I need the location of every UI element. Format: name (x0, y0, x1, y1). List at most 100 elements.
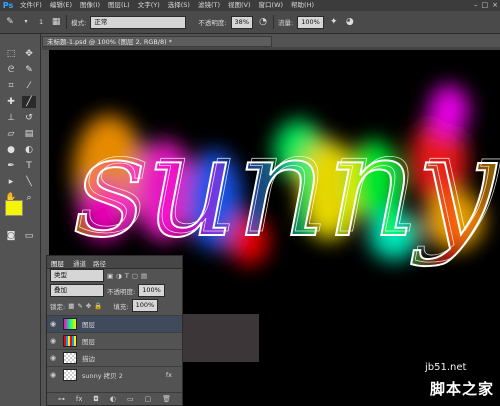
mode-select[interactable]: 正常 (90, 15, 187, 29)
flow-field[interactable]: 100% (297, 15, 324, 29)
filter-smart-icon[interactable]: ▤ (141, 272, 147, 280)
quick-mask-icon[interactable]: ◙ (4, 230, 18, 242)
layer-name: 图层 (82, 338, 95, 346)
filter-shape-icon[interactable]: ▢ (132, 272, 138, 280)
pressure-size-icon[interactable]: ◕ (344, 16, 356, 28)
new-layer-icon[interactable]: ▢ (145, 395, 152, 403)
brush-size-field[interactable]: 1 (36, 16, 47, 28)
tab-paths[interactable]: 路径 (93, 258, 106, 268)
eye-icon[interactable]: ◉ (47, 337, 59, 345)
marquee-tool-icon[interactable]: ⬚ (4, 48, 18, 60)
lock-all-icon[interactable]: 🔒 (94, 302, 102, 310)
brush-preset-icon[interactable]: ✎ (4, 16, 16, 28)
type-tool-icon[interactable]: T (22, 160, 36, 172)
pen-tool-icon[interactable]: ✒ (4, 160, 18, 172)
brush-panel-icon[interactable]: ▦ (50, 16, 62, 28)
eye-icon[interactable]: ◉ (47, 371, 59, 379)
screen-mode-icon[interactable]: ▭ (22, 230, 36, 242)
menu-type[interactable]: 文字(Y) (134, 0, 164, 11)
document-title: 未标题-1.psd @ 100% (图层 2, RGB/8) * (47, 38, 173, 46)
filter-type-icon[interactable]: T (125, 272, 129, 280)
eye-icon[interactable]: ◉ (47, 354, 59, 362)
menu-file[interactable]: 文件(F) (16, 0, 46, 11)
eyedropper-icon[interactable]: ⁄ (22, 80, 36, 92)
blur-icon[interactable]: ● (4, 144, 18, 156)
watermark-url: jb51.net (425, 362, 467, 373)
layer-thumbnail (63, 318, 77, 330)
mode-label: 模式: (71, 19, 87, 27)
layer-name: 描边 (82, 355, 95, 363)
pressure-opacity-icon[interactable]: ◔ (257, 16, 269, 28)
quick-select-icon[interactable]: ✎ (22, 64, 36, 76)
folder-icon[interactable]: ▭ (127, 395, 134, 403)
foreground-color (6, 201, 22, 215)
svg-text:sunny: sunny (78, 102, 500, 265)
opacity-label: 不透明度: (198, 19, 227, 27)
layer-row[interactable]: ◉ 图层 (47, 332, 182, 349)
layer-name: 图层 (82, 321, 95, 329)
brush-tool-icon[interactable]: ╱ (22, 96, 36, 108)
menu-image[interactable]: 图像(I) (76, 0, 104, 11)
blend-mode-value: 叠加 (54, 286, 67, 294)
menu-bar: Ps 文件(F) 编辑(E) 图像(I) 图层(L) 文字(Y) 选择(S) 滤… (0, 0, 500, 11)
adjustment-icon[interactable]: ◐ (110, 395, 116, 403)
photoshop-logo: Ps (2, 1, 14, 10)
filter-adjust-icon[interactable]: ◑ (116, 272, 122, 280)
tab-channels[interactable]: 通道 (73, 258, 86, 268)
menu-window[interactable]: 窗口(W) (255, 0, 288, 11)
opacity-label: 不透明度: (107, 287, 136, 296)
minimize-icon[interactable]: – (474, 0, 478, 11)
eye-icon[interactable]: ◉ (47, 320, 59, 328)
blend-mode-select[interactable]: 叠加 (50, 284, 104, 297)
shape-tool-icon[interactable]: ╲ (22, 176, 36, 188)
trash-icon[interactable]: 🗑 (162, 395, 171, 403)
menu-filter[interactable]: 滤镜(T) (194, 0, 224, 11)
menu-edit[interactable]: 编辑(E) (46, 0, 76, 11)
layer-effects-badge[interactable]: fx (166, 371, 172, 379)
flow-label: 流量: (278, 19, 294, 27)
panel-tab-bar: 图层 通道 路径 (47, 256, 182, 269)
blend-row: 叠加 不透明度: 100% (50, 284, 165, 297)
opacity-field[interactable]: 38% (230, 15, 253, 29)
mask-icon[interactable]: ◘ (93, 395, 99, 403)
move-tool-icon[interactable]: ✥ (22, 48, 36, 60)
document-tab[interactable]: 未标题-1.psd @ 100% (图层 2, RGB/8) * (42, 36, 272, 47)
history-brush-icon[interactable]: ↺ (22, 112, 36, 124)
dodge-icon[interactable]: ◐ (22, 144, 36, 156)
filter-kind-select[interactable]: 类型 (50, 269, 104, 282)
menu-select[interactable]: 选择(S) (164, 0, 194, 11)
lasso-tool-icon[interactable]: ᘓ (4, 64, 18, 76)
layer-opacity-field[interactable]: 100% (138, 284, 165, 297)
crop-tool-icon[interactable]: ⌗ (4, 80, 18, 92)
airbrush-icon[interactable]: ✦ (328, 16, 340, 28)
chevron-down-icon[interactable]: ▾ (20, 16, 32, 28)
layers-panel: 图层 通道 路径 类型 ▣ ◑ T ▢ ▤ 叠加 不透明度: 100% 锁定: … (46, 255, 183, 406)
layer-row[interactable]: ◉ 图层 (47, 315, 182, 332)
fill-label: 填充: (113, 302, 129, 311)
lock-transparent-icon[interactable]: ▦ (68, 302, 74, 310)
maximize-icon[interactable]: □ (482, 0, 489, 11)
window-controls: – □ × (474, 0, 498, 11)
close-icon[interactable]: × (492, 0, 498, 11)
menu-view[interactable]: 视图(V) (224, 0, 255, 11)
watermark-brand: 脚本之家 (430, 380, 495, 398)
clone-stamp-icon[interactable]: ⊥ (4, 112, 18, 124)
gradient-icon[interactable]: ▤ (22, 128, 36, 140)
layer-row[interactable]: ◉ sunny 拷贝 2 fx (47, 366, 182, 383)
link-icon[interactable]: ⊶ (58, 395, 65, 403)
zoom-tool-icon[interactable]: ⌕ (22, 192, 36, 204)
lock-paint-icon[interactable]: ✎ (77, 302, 82, 310)
filter-pixel-icon[interactable]: ▣ (107, 272, 113, 280)
foreground-color-swatch[interactable] (5, 200, 23, 216)
fx-icon[interactable]: fx (76, 395, 83, 403)
menu-help[interactable]: 帮助(H) (287, 0, 318, 11)
menu-layer[interactable]: 图层(L) (104, 0, 134, 11)
tab-layers[interactable]: 图层 (51, 258, 64, 268)
layer-row[interactable]: ◉ 描边 (47, 349, 182, 366)
eraser-icon[interactable]: ▱ (4, 128, 18, 140)
lock-move-icon[interactable]: ✥ (86, 302, 91, 310)
path-select-icon[interactable]: ▸ (4, 176, 18, 188)
healing-brush-icon[interactable]: ✚ (4, 96, 18, 108)
mode-value: 正常 (94, 17, 108, 26)
fill-field[interactable]: 100% (131, 299, 159, 312)
